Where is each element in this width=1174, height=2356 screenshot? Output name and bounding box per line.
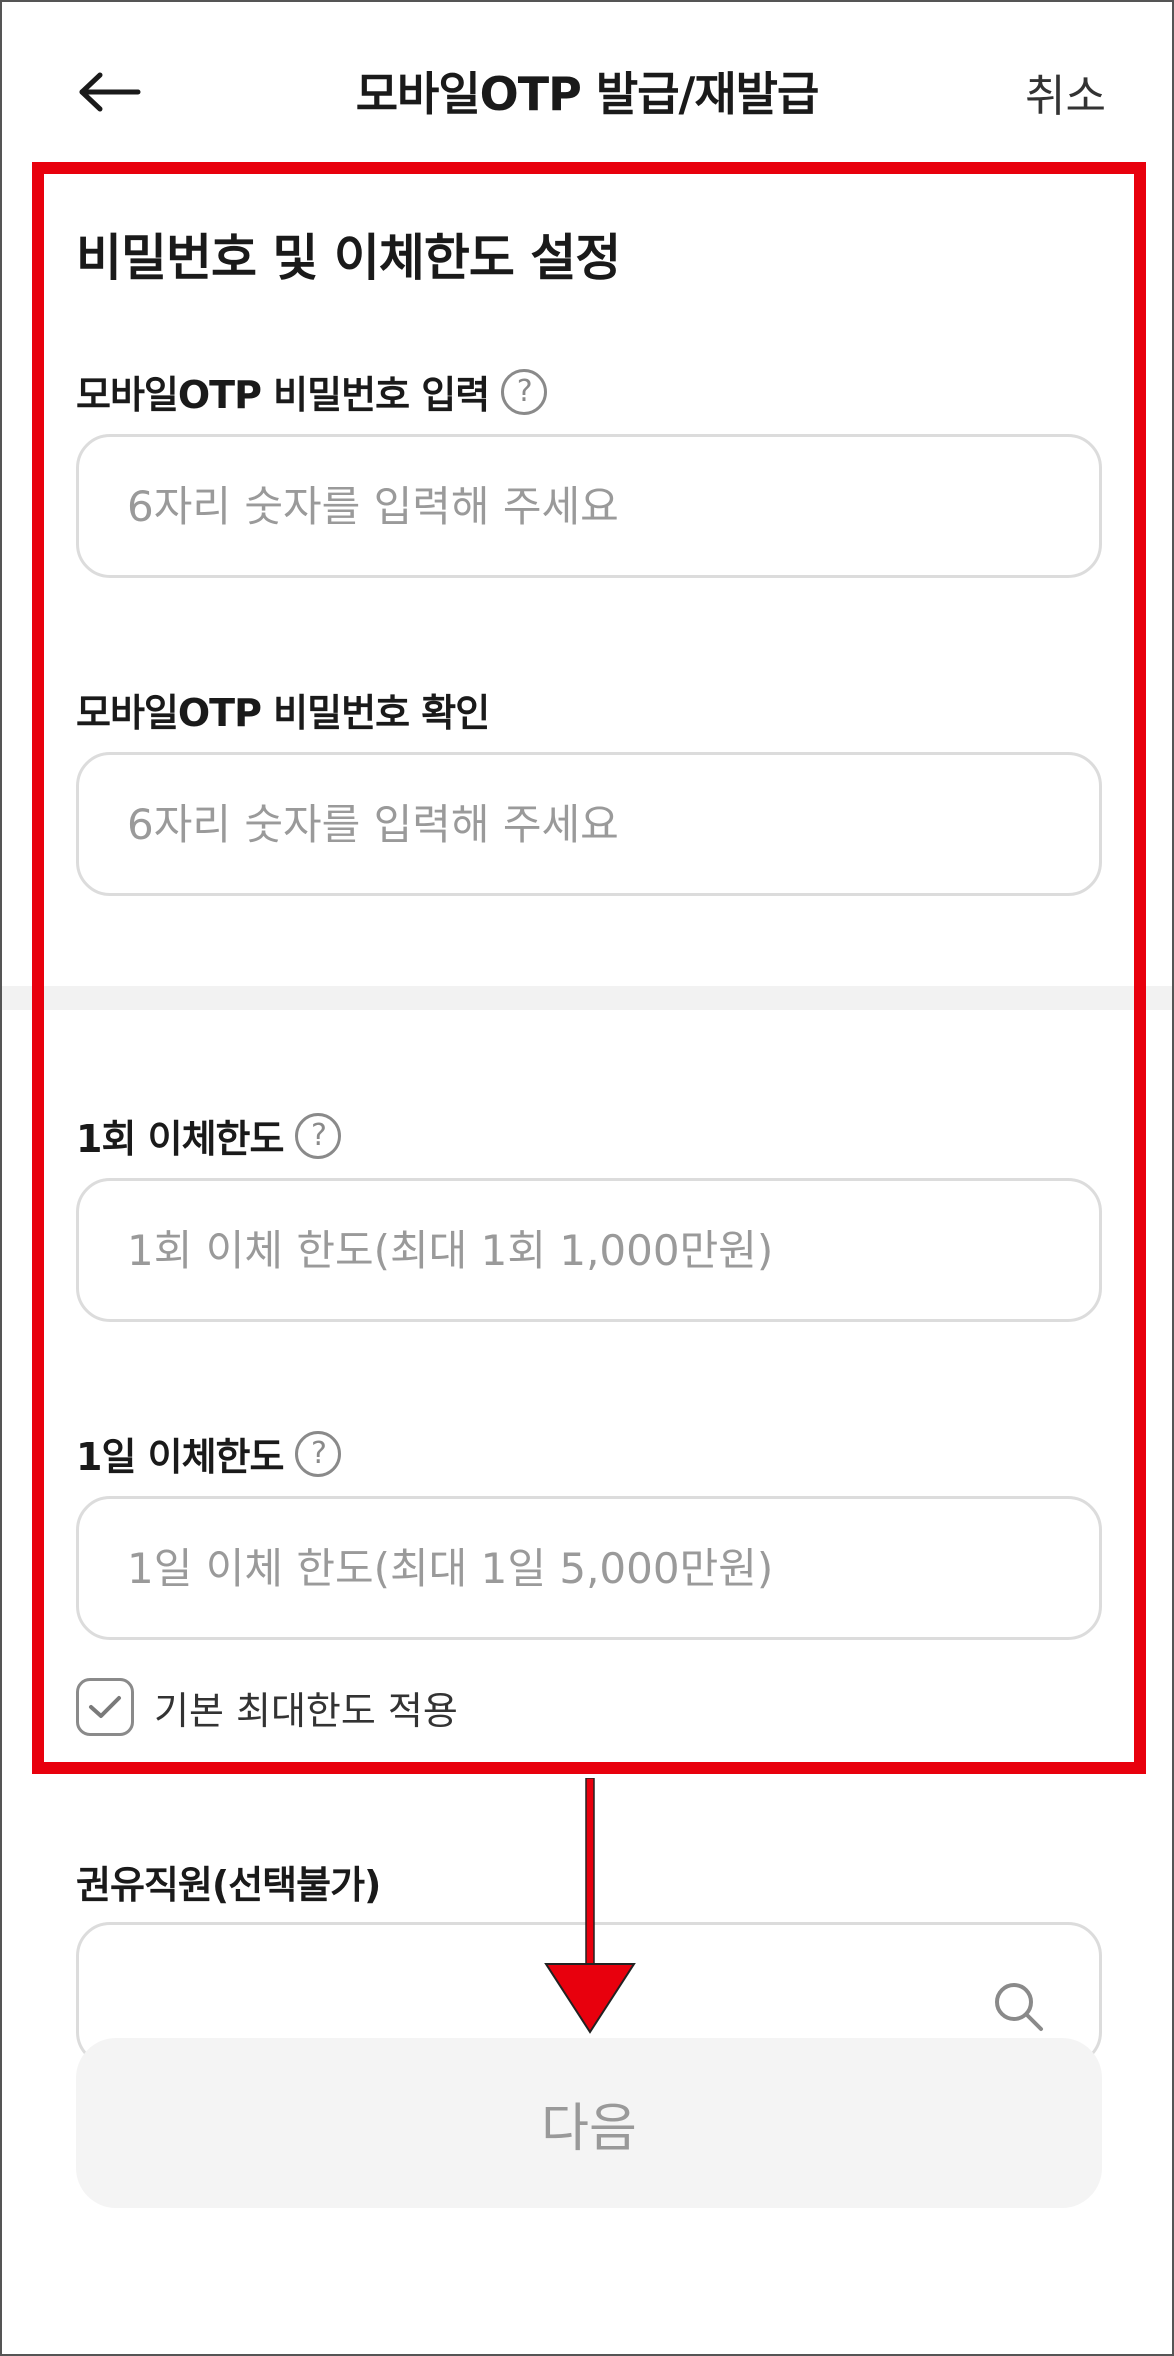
check-icon [89, 1696, 121, 1718]
otp-password-label: 모바일OTP 비밀번호 입력 ? [76, 364, 548, 419]
default-max-limit-checkbox[interactable] [76, 1678, 134, 1736]
otp-password-confirm-field-box [76, 752, 1102, 896]
page-title: 모바일OTP 발급/재발급 [355, 67, 820, 121]
otp-password-confirm-label-text: 모바일OTP 비밀번호 확인 [76, 691, 490, 735]
otp-password-input[interactable] [127, 437, 1099, 575]
daily-limit-label: 1일 이체한도 ? [76, 1426, 342, 1481]
single-limit-label-text: 1회 이체한도 [76, 1117, 284, 1161]
next-button[interactable]: 다음 [76, 2038, 1102, 2208]
single-limit-field-box [76, 1178, 1102, 1322]
otp-password-label-text: 모바일OTP 비밀번호 입력 [76, 373, 490, 417]
otp-password-confirm-label: 모바일OTP 비밀번호 확인 [76, 682, 490, 737]
default-max-limit-option[interactable]: 기본 최대한도 적용 [76, 1678, 458, 1736]
recommender-label-text: 권유직원(선택불가) [76, 1863, 381, 1907]
daily-limit-field-box [76, 1496, 1102, 1640]
section-title: 비밀번호 및 이체한도 설정 [76, 229, 621, 287]
help-icon[interactable]: ? [501, 368, 548, 415]
otp-password-confirm-input[interactable] [127, 755, 1099, 893]
section-divider [2, 986, 1172, 1010]
cancel-button[interactable]: 취소 [1025, 60, 1106, 124]
recommender-label: 권유직원(선택불가) [76, 1854, 381, 1909]
search-icon [995, 1983, 1043, 2031]
header: 모바일OTP 발급/재발급 취소 [2, 2, 1172, 178]
screen: 모바일OTP 발급/재발급 취소 비밀번호 및 이체한도 설정 모바일OTP 비… [0, 0, 1174, 2356]
default-max-limit-label: 기본 최대한도 적용 [154, 1688, 458, 1733]
help-icon[interactable]: ? [295, 1112, 342, 1159]
daily-limit-input[interactable] [127, 1499, 1099, 1637]
single-limit-label: 1회 이체한도 ? [76, 1108, 342, 1163]
otp-password-field-box [76, 434, 1102, 578]
single-limit-input[interactable] [127, 1181, 1099, 1319]
daily-limit-label-text: 1일 이체한도 [76, 1435, 284, 1479]
help-icon[interactable]: ? [295, 1430, 342, 1477]
